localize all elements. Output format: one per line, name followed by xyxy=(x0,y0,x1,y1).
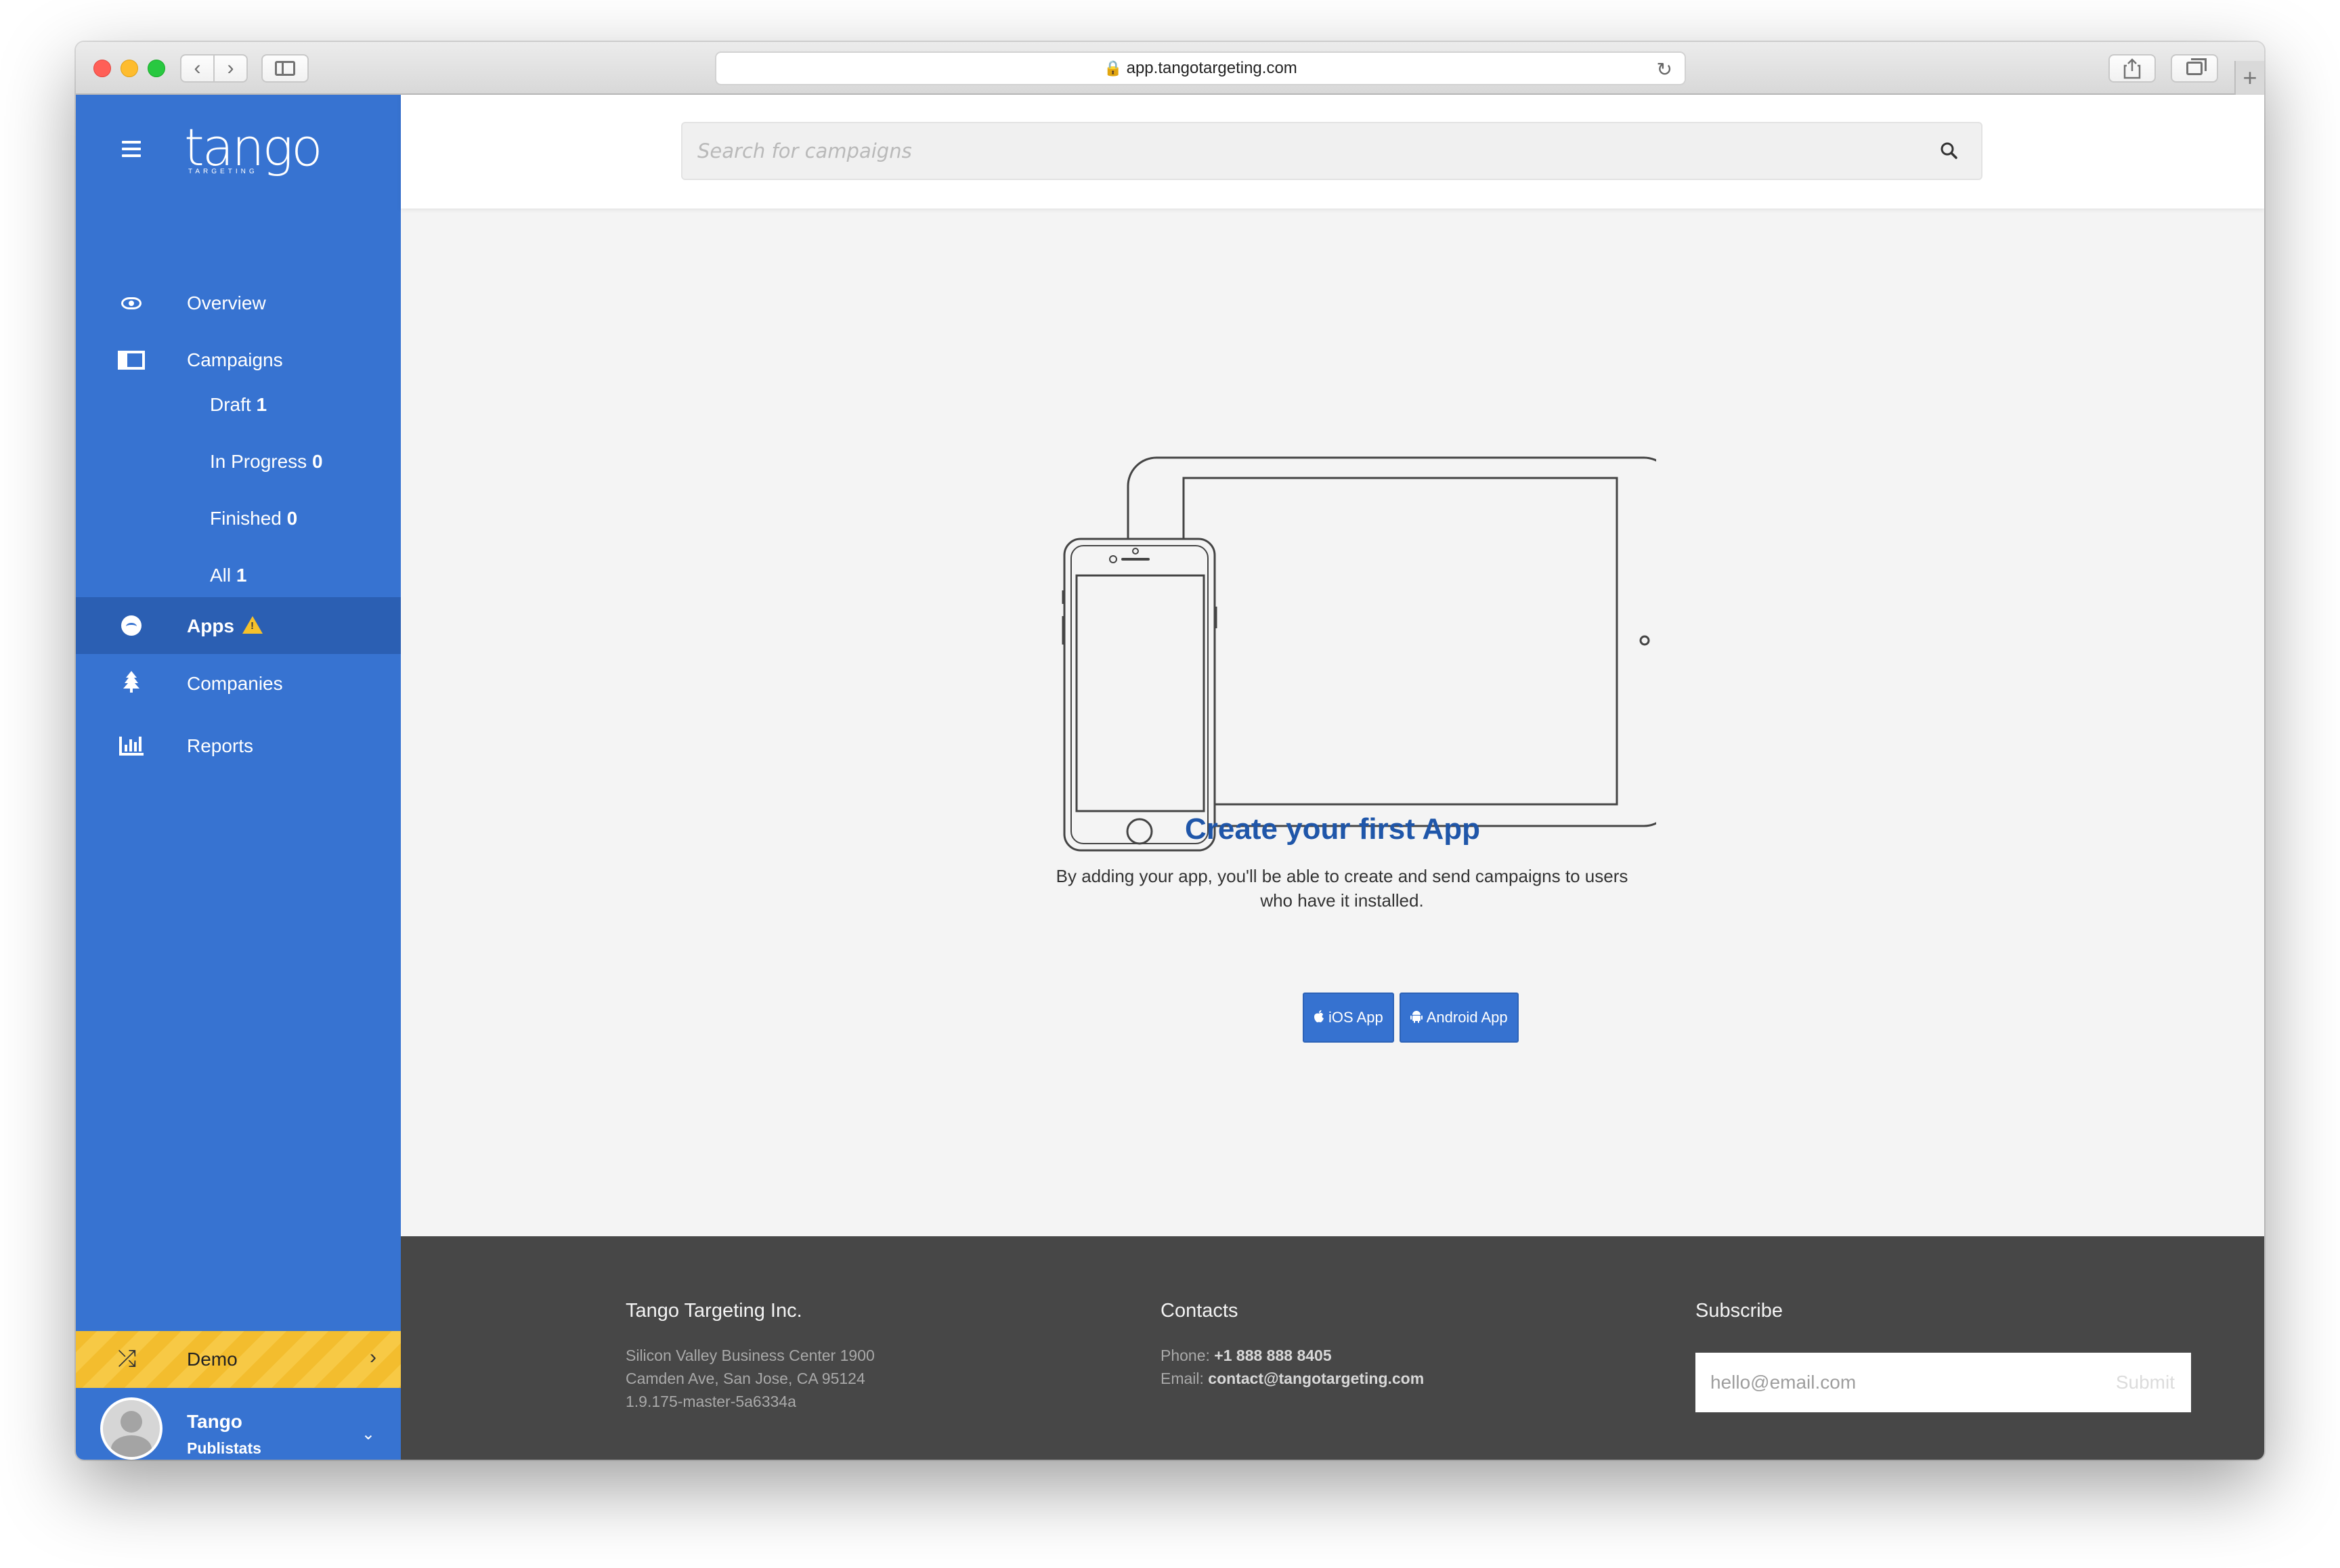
campaigns-icon xyxy=(116,351,146,370)
sidebar-item-campaigns[interactable]: Campaigns xyxy=(76,333,401,387)
subitem-label: Finished xyxy=(210,508,282,529)
sidebar-item-label: Companies xyxy=(187,673,283,694)
search-icon[interactable] xyxy=(1938,139,1961,162)
history-nav: ‹ › xyxy=(180,54,248,83)
sidebar-toggle-button[interactable] xyxy=(261,54,309,83)
android-app-button[interactable]: Android App xyxy=(1399,993,1519,1043)
maximize-window-button[interactable] xyxy=(148,60,165,77)
sidebar-item-label-group: Apps xyxy=(187,615,263,637)
avatar xyxy=(100,1397,162,1460)
tabs-icon xyxy=(2186,58,2207,75)
menu-icon[interactable] xyxy=(122,141,141,161)
sidebar-item-label: Apps xyxy=(187,615,234,636)
subitem-label: Draft xyxy=(210,394,251,415)
demo-mode-bar[interactable]: ⤮ Demo › xyxy=(76,1331,401,1388)
top-bar xyxy=(401,95,2264,209)
subitem-count: 0 xyxy=(311,451,323,472)
footer-version: 1.9.175-master-5a6334a xyxy=(626,1393,796,1410)
phone-label: Phone: xyxy=(1161,1347,1210,1364)
footer-email: Email: contact@tangotargeting.com xyxy=(1161,1367,1424,1390)
subscribe-submit-button[interactable]: Submit xyxy=(2100,1372,2191,1393)
bar-chart-icon xyxy=(116,737,146,756)
new-tab-button[interactable]: + xyxy=(2234,61,2264,95)
footer-address-line1: Silicon Valley Business Center 1900 xyxy=(626,1347,875,1364)
back-button[interactable]: ‹ xyxy=(181,56,213,81)
lock-icon: 🔒 xyxy=(1104,60,1123,77)
chevron-right-icon: › xyxy=(370,1346,376,1368)
tango-logo[interactable]: tango xyxy=(184,121,323,175)
search-input[interactable] xyxy=(682,123,1981,179)
chevron-down-icon[interactable]: ⌄ xyxy=(362,1424,375,1444)
footer-contacts: Contacts Phone: +1 888 888 8405 Email: c… xyxy=(1161,1300,1424,1390)
footer-address-line2: Camden Ave, San Jose, CA 95124 xyxy=(626,1370,865,1387)
address-bar[interactable]: 🔒 app.tangotargeting.com ↻ xyxy=(715,51,1686,85)
ios-app-button[interactable]: iOS App xyxy=(1303,993,1394,1043)
sidebar-item-label: Overview xyxy=(187,292,266,313)
ios-button-label: iOS App xyxy=(1328,1009,1383,1026)
user-menu[interactable]: Tango Publistats ⌄ xyxy=(76,1388,401,1460)
sidebar-subitem-draft[interactable]: Draft 1 xyxy=(210,394,267,416)
user-organization: Publistats xyxy=(187,1439,261,1457)
eye-icon xyxy=(116,297,146,309)
sidebar-subitem-finished[interactable]: Finished 0 xyxy=(210,508,297,529)
footer-company: Tango Targeting Inc. Silicon Valley Busi… xyxy=(626,1300,875,1413)
url-text: app.tangotargeting.com xyxy=(1126,59,1297,77)
footer-subscribe-heading: Subscribe xyxy=(1695,1300,1783,1322)
close-window-button[interactable] xyxy=(93,60,111,77)
empty-state-description: By adding your app, you'll be able to cr… xyxy=(1056,866,1628,911)
minimize-window-button[interactable] xyxy=(121,60,138,77)
apple-icon xyxy=(1314,1009,1324,1026)
devices-illustration xyxy=(1062,456,1656,852)
footer-phone: Phone: +1 888 888 8405 xyxy=(1161,1344,1424,1367)
sidebar-icon xyxy=(275,61,295,76)
create-app-buttons: iOS App Android App xyxy=(1303,993,1519,1043)
sidebar-subitem-all[interactable]: All 1 xyxy=(210,565,246,586)
warning-icon xyxy=(242,615,263,634)
reload-icon[interactable]: ↻ xyxy=(1657,58,1672,81)
sidebar-item-reports[interactable]: Reports xyxy=(76,719,401,773)
sidebar-item-label: Campaigns xyxy=(187,349,283,370)
sidebar-item-apps[interactable]: Apps xyxy=(76,597,401,654)
subitem-label: All xyxy=(210,565,232,586)
share-button[interactable] xyxy=(2108,54,2156,83)
empty-state-title: Create your first App xyxy=(1184,812,1480,846)
subitem-count: 0 xyxy=(286,508,298,529)
subitem-count: 1 xyxy=(256,394,267,415)
email-label: Email: xyxy=(1161,1370,1204,1387)
main-content: Create your first App By adding your app… xyxy=(401,95,2264,1460)
footer-company-heading: Tango Targeting Inc. xyxy=(626,1300,802,1322)
footer-contacts-heading: Contacts xyxy=(1161,1300,1238,1322)
campaign-search xyxy=(681,122,1982,180)
footer-subscribe: Subscribe xyxy=(1695,1300,1783,1322)
android-button-label: Android App xyxy=(1426,1009,1508,1026)
android-icon xyxy=(1410,1009,1423,1026)
sidebar-subitem-in-progress[interactable]: In Progress 0 xyxy=(210,451,323,473)
browser-toolbar: ‹ › 🔒 app.tangotargeting.com ↻ + xyxy=(76,42,2264,95)
subscribe-email-input[interactable] xyxy=(1695,1353,2100,1412)
share-icon xyxy=(2123,58,2141,79)
footer: Tango Targeting Inc. Silicon Valley Busi… xyxy=(401,1236,2264,1460)
show-tabs-button[interactable] xyxy=(2171,54,2218,83)
sidebar-item-label: Reports xyxy=(187,735,254,756)
subscribe-form: Submit xyxy=(1695,1353,2191,1412)
user-name: Tango xyxy=(187,1411,242,1432)
forward-button[interactable]: › xyxy=(215,56,246,81)
browser-window: ‹ › 🔒 app.tangotargeting.com ↻ + tango T… xyxy=(76,42,2264,1460)
sidebar-item-overview[interactable]: Overview xyxy=(76,276,401,330)
tree-icon xyxy=(116,670,146,698)
apps-icon xyxy=(116,615,146,636)
tango-logo-subtext: TARGETING xyxy=(188,168,258,175)
phone-illustration xyxy=(1062,538,1217,852)
shuffle-icon: ⤮ xyxy=(118,1346,137,1372)
phone-link[interactable]: +1 888 888 8405 xyxy=(1214,1347,1331,1364)
sidebar: tango TARGETING Overview Campaigns Draft… xyxy=(76,95,401,1460)
sidebar-item-companies[interactable]: Companies xyxy=(76,657,401,711)
subitem-label: In Progress xyxy=(210,451,307,472)
demo-label: Demo xyxy=(187,1349,238,1370)
email-link[interactable]: contact@tangotargeting.com xyxy=(1208,1370,1424,1387)
subitem-count: 1 xyxy=(236,565,247,586)
